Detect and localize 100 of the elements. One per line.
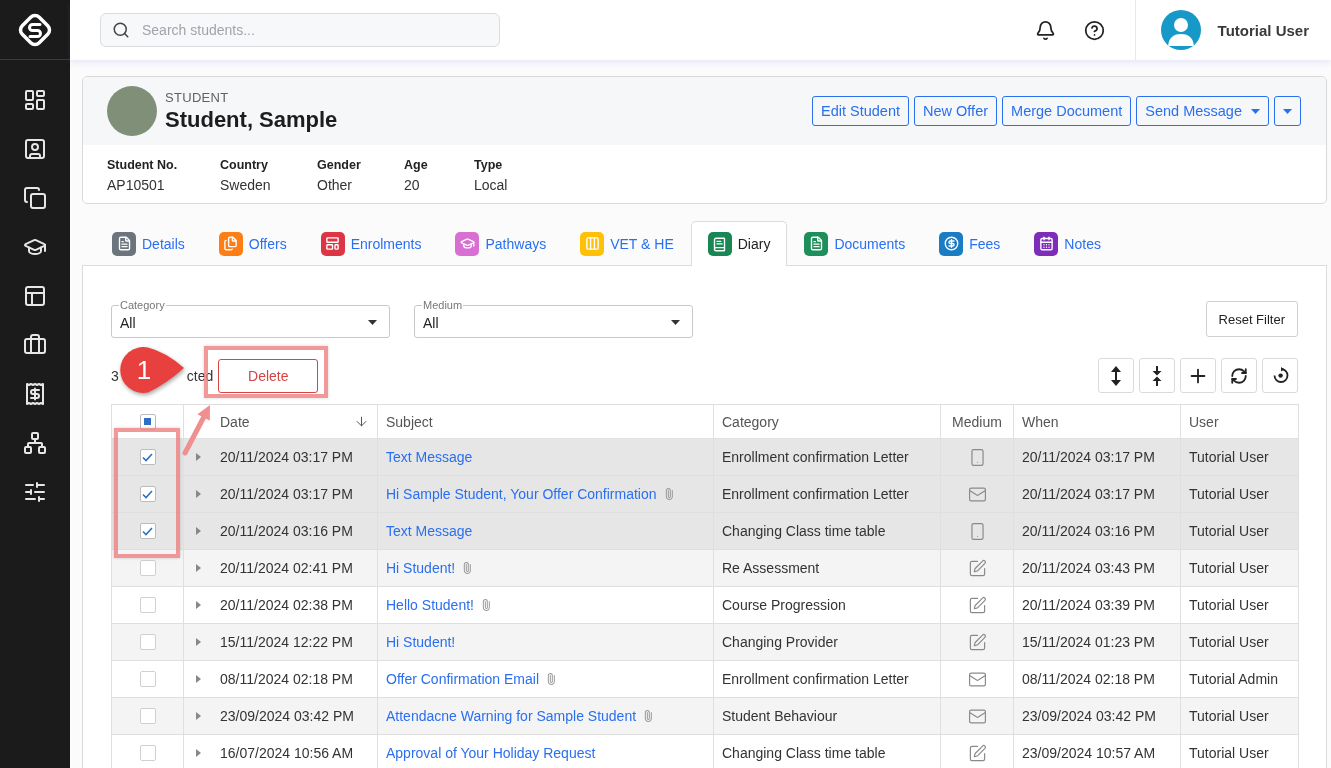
tab[interactable]: Fees: [922, 221, 1018, 265]
date-text: 23/09/2024 03:42 PM: [220, 708, 354, 724]
expand-caret-icon[interactable]: [196, 749, 201, 757]
expand-all-button[interactable]: [1098, 358, 1134, 393]
table-cell: Tutorial User: [1180, 697, 1299, 735]
subject-link[interactable]: Hello Student!: [386, 597, 474, 613]
date-text: 16/07/2024 10:56 AM: [220, 745, 354, 761]
dashboard-icon[interactable]: [23, 88, 47, 112]
date-text: 15/11/2024 12:22 PM: [220, 634, 353, 650]
subject-link[interactable]: Hi Student!: [386, 560, 456, 576]
help-icon[interactable]: [1083, 19, 1105, 41]
expand-caret-icon[interactable]: [196, 527, 201, 535]
table-cell: 08/11/2024 02:18 PM: [1013, 660, 1181, 698]
expand-caret-icon[interactable]: [196, 675, 201, 683]
table-cell: Enrollment confirmation Letter: [713, 475, 941, 513]
table-cell: Enrollment confirmation Letter: [713, 660, 941, 698]
dropdown-button[interactable]: Send Message: [1136, 96, 1269, 126]
caret-icon: [671, 320, 680, 325]
collapse-all-button[interactable]: [1139, 358, 1175, 393]
sliders-icon[interactable]: [23, 480, 47, 504]
row-checkbox[interactable]: [139, 523, 156, 539]
select-all-checkbox[interactable]: [139, 413, 156, 430]
field-label: Type: [474, 157, 504, 174]
field-value: Sweden: [220, 176, 272, 195]
user-avatar-icon: [1160, 10, 1201, 50]
column-header[interactable]: Category: [722, 413, 779, 430]
contact-card-icon[interactable]: [23, 137, 47, 161]
column-header[interactable]: Date: [220, 413, 250, 430]
table-cell: Re Assessment: [713, 549, 941, 587]
row-checkbox[interactable]: [139, 745, 156, 761]
refresh-icon: [1230, 366, 1248, 385]
subject-link[interactable]: Text Message: [386, 449, 473, 465]
field-value: AP10501: [107, 176, 166, 195]
delete-button[interactable]: Delete: [218, 358, 319, 393]
field-value: Local: [474, 176, 509, 195]
row-checkbox[interactable]: [139, 708, 156, 724]
tab[interactable]: Enrolments: [303, 221, 439, 265]
field-value: 20: [404, 176, 421, 195]
expand-caret-icon[interactable]: [196, 453, 201, 461]
record-type-label: STUDENT: [165, 89, 230, 105]
select-field[interactable]: Medium All: [414, 300, 693, 338]
date-text: 20/11/2024 03:17 PM: [220, 486, 353, 502]
column-header[interactable]: Subject: [386, 413, 433, 430]
tab[interactable]: Diary: [690, 221, 788, 266]
add-button[interactable]: [1180, 358, 1216, 393]
dropdown-toggle-button[interactable]: [1274, 96, 1301, 126]
tab[interactable]: Notes: [1017, 221, 1118, 265]
subject-link[interactable]: Text Message: [386, 523, 473, 539]
expand-caret-icon[interactable]: [196, 564, 201, 572]
caret-icon: [1283, 108, 1292, 114]
tab[interactable]: Details: [95, 221, 202, 265]
search-field[interactable]: Search students...: [100, 13, 500, 47]
date-text: 20/11/2024 03:17 PM: [220, 449, 353, 465]
expand-caret-icon[interactable]: [196, 638, 201, 646]
network-icon[interactable]: [23, 431, 47, 455]
column-header[interactable]: When: [1022, 413, 1059, 430]
field-value: Other: [317, 176, 353, 195]
column-header[interactable]: User: [1189, 413, 1219, 430]
tab[interactable]: VET & HE: [563, 221, 691, 265]
reset-icon: [1271, 367, 1289, 384]
action-button[interactable]: New Offer: [914, 96, 998, 126]
tab[interactable]: Pathways: [438, 221, 564, 265]
expand-caret-icon[interactable]: [196, 712, 201, 720]
expand-arrows-icon: [1110, 365, 1122, 386]
copy-icon[interactable]: [23, 186, 47, 210]
select-field[interactable]: Category All: [111, 300, 390, 338]
briefcase-icon[interactable]: [23, 333, 47, 357]
expand-caret-icon[interactable]: [196, 601, 201, 609]
tab[interactable]: Offers: [201, 221, 304, 265]
subject-link[interactable]: Hi Student!: [386, 634, 456, 650]
date-text: 20/11/2024 03:16 PM: [220, 523, 353, 539]
reset-button[interactable]: [1262, 358, 1298, 393]
reset-filter-button[interactable]: Reset Filter: [1205, 301, 1298, 337]
row-checkbox[interactable]: [139, 486, 156, 502]
layout-icon[interactable]: [23, 284, 47, 308]
action-button[interactable]: Edit Student: [812, 96, 910, 126]
date-text: 08/11/2024 02:18 PM: [220, 671, 353, 687]
selected-label: cted: [186, 367, 214, 384]
row-checkbox[interactable]: [139, 560, 156, 576]
expand-caret-icon[interactable]: [196, 490, 201, 498]
row-checkbox[interactable]: [139, 597, 156, 613]
search-icon: [112, 21, 130, 39]
action-button[interactable]: Merge Document: [1002, 96, 1132, 126]
table-cell: 15/11/2024 01:23 PM: [1013, 623, 1181, 661]
table-cell: 20/11/2024 03:43 PM: [1013, 549, 1181, 587]
table-cell: 20/11/2024 03:39 PM: [1013, 586, 1181, 624]
row-checkbox[interactable]: [139, 671, 156, 687]
refresh-button[interactable]: [1221, 358, 1257, 393]
sort-arrow-icon[interactable]: [354, 414, 369, 429]
field-label: Age: [404, 157, 429, 174]
caret-icon: [368, 320, 377, 325]
table-cell: 23/09/2024 03:42 PM: [1013, 697, 1181, 735]
row-checkbox[interactable]: [139, 634, 156, 650]
row-checkbox[interactable]: [139, 449, 156, 465]
user-name[interactable]: Tutorial User: [1217, 21, 1309, 39]
receipt-icon[interactable]: [23, 382, 47, 406]
bell-icon[interactable]: [1034, 19, 1056, 41]
table-cell: 20/11/2024 03:17 PM: [1013, 475, 1181, 513]
subject-link[interactable]: Offer Confirmation Email: [386, 671, 539, 687]
tab[interactable]: Documents: [787, 221, 923, 265]
